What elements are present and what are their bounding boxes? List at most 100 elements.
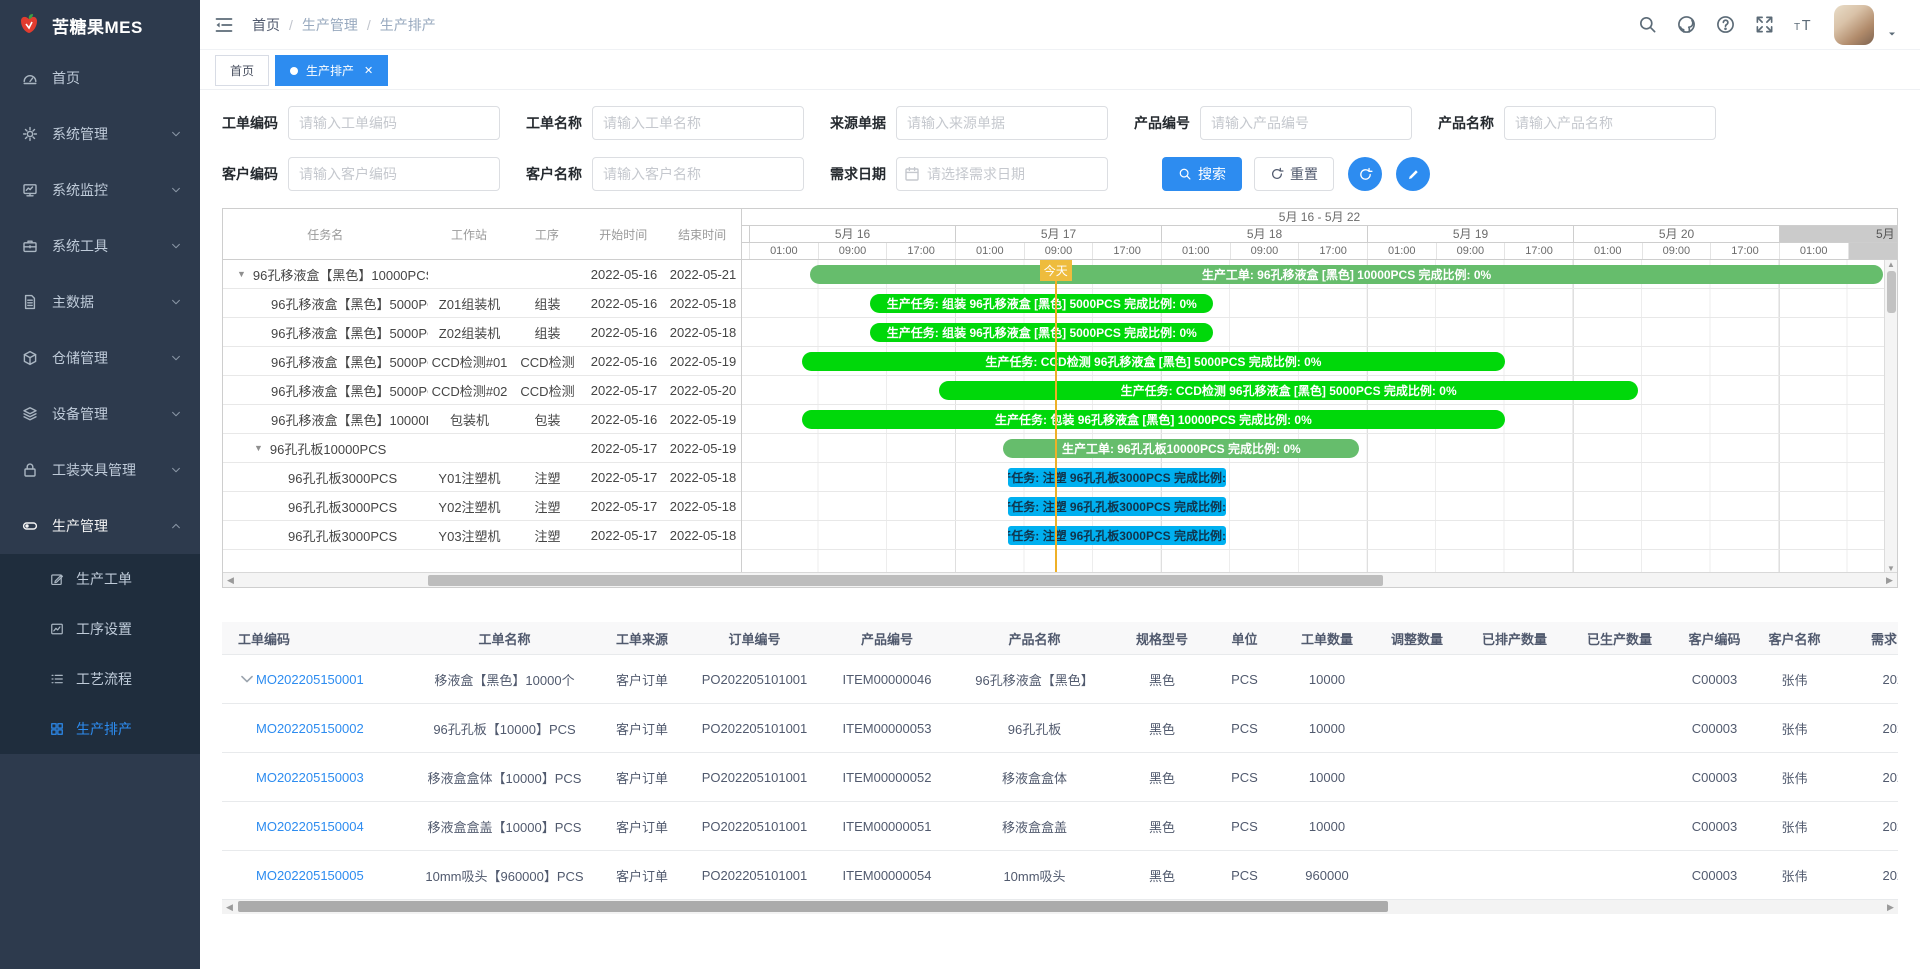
gantt-horizontal-scrollbar[interactable]: ◀ ▶ [223, 572, 1897, 587]
sidebar-subitem-2[interactable]: 工序设置 [0, 604, 200, 654]
sidebar-item-3[interactable]: 系统监控 [0, 162, 200, 218]
search-button[interactable]: 搜索 [1162, 157, 1242, 191]
gantt-bar[interactable]: 生产工单: 96孔移液盒 [黑色] 10000PCS 完成比例: 0% [810, 265, 1883, 284]
gantt-bar[interactable]: 生产任务: 注塑 96孔孔板3000PCS 完成比例: 0% [1008, 497, 1227, 516]
filter-row-1: 工单编码工单名称来源单据产品编号产品名称 [222, 106, 1898, 140]
workorder-link[interactable]: MO202205150003 [256, 770, 364, 785]
main-area: 首页/生产管理/生产排产 TT 首页生产排产✕ 工单编码工单名称来源单据产品编号… [200, 0, 1920, 969]
workorder-link[interactable]: MO202205150005 [256, 868, 364, 883]
search-icon[interactable] [1638, 15, 1657, 34]
table-cell-unit: PCS [1207, 672, 1282, 687]
table-cell-order: PO202205101001 [687, 868, 822, 883]
edit-mode-button[interactable] [1396, 157, 1430, 191]
fullscreen-icon[interactable] [1755, 15, 1774, 34]
tab-close-icon[interactable]: ✕ [364, 64, 373, 77]
tree-collapse-icon[interactable]: ▼ [254, 443, 263, 453]
filter-input-工单编码[interactable] [288, 106, 500, 140]
font-size-icon[interactable]: TT [1794, 15, 1814, 34]
sidebar-item-label: 仓储管理 [52, 348, 170, 368]
scroll-up-icon[interactable]: ▲ [1887, 260, 1895, 269]
sidebar-item-5[interactable]: 主数据 [0, 274, 200, 330]
sidebar-subitem-4[interactable]: 生产排产 [0, 704, 200, 754]
breadcrumb-item[interactable]: 首页 [252, 15, 280, 35]
gantt-cell: Y01注塑机 [428, 468, 511, 487]
table-cell-code: MO202205150004 [222, 819, 412, 834]
filter-input-产品名称[interactable] [1504, 106, 1716, 140]
table-hscroll-thumb[interactable] [238, 901, 1388, 912]
scroll-left-icon[interactable]: ◀ [223, 573, 238, 587]
sidebar-item-4[interactable]: 系统工具 [0, 218, 200, 274]
sidebar-item-label: 系统监控 [52, 180, 170, 200]
help-icon[interactable] [1716, 15, 1735, 34]
sidebar-item-6[interactable]: 仓储管理 [0, 330, 200, 386]
gantt-hscroll-thumb[interactable] [428, 575, 1383, 586]
sidebar-item-label: 系统工具 [52, 236, 170, 256]
gantt-table-row: 96孔移液盒【黑色】5000PCSZ01组装机组装2022-05-162022-… [223, 289, 741, 318]
gantt-cell: CCD检测 [511, 352, 584, 371]
tab-1[interactable]: 首页 [215, 55, 269, 86]
workorder-link[interactable]: MO202205150001 [256, 672, 364, 687]
gantt-vertical-scrollbar[interactable]: ▲ ▼ [1884, 260, 1897, 573]
refresh-icon [1358, 167, 1373, 182]
gantt-bar[interactable]: 生产任务: 组装 96孔移液盒 [黑色] 5000PCS 完成比例: 0% [870, 323, 1213, 342]
dashboard-icon [22, 70, 38, 86]
reset-button[interactable]: 重置 [1254, 157, 1334, 191]
gantt-bar[interactable]: 生产任务: 包装 96孔移液盒 [黑色] 10000PCS 完成比例: 0% [802, 410, 1506, 429]
filter-input-产品编号[interactable] [1200, 106, 1412, 140]
table-row: MO20220515000510mm吸头【960000】PCS客户订单PO202… [222, 851, 1898, 900]
gantt-cell: 2022-05-18 [664, 499, 742, 514]
gantt-vscroll-thumb[interactable] [1887, 271, 1896, 313]
gantt-bar[interactable]: 生产任务: CCD检测 96孔移液盒 [黑色] 5000PCS 完成比例: 0% [802, 352, 1506, 371]
table-cell-name: 96孔孔板【10000】PCS [412, 719, 597, 738]
sidebar-item-2[interactable]: 系统管理 [0, 106, 200, 162]
sidebar-subitem-3[interactable]: 工艺流程 [0, 654, 200, 704]
gantt-hour-cell: 01:00 [1162, 243, 1231, 259]
sidebar-subitem-1[interactable]: 生产工单 [0, 554, 200, 604]
table-horizontal-scrollbar[interactable]: ◀ ▶ [222, 900, 1898, 914]
user-avatar[interactable] [1834, 5, 1874, 45]
filter-field-工单编码: 工单编码 [222, 106, 500, 140]
sidebar-item-8[interactable]: 工装夹具管理 [0, 442, 200, 498]
table-cell-qty: 10000 [1282, 819, 1372, 834]
table-cell-source: 客户订单 [597, 719, 687, 738]
scroll-right-icon[interactable]: ▶ [1882, 573, 1897, 587]
filter-input-来源单据[interactable] [896, 106, 1108, 140]
gantt-bar[interactable]: 生产任务: 组装 96孔移液盒 [黑色] 5000PCS 完成比例: 0% [870, 294, 1213, 313]
gantt-cell: 注塑 [511, 526, 584, 545]
gantt-bar[interactable]: 生产任务: 注塑 96孔孔板3000PCS 完成比例: 0% [1008, 526, 1227, 545]
refresh-button[interactable] [1348, 157, 1382, 191]
workorder-link[interactable]: MO202205150004 [256, 819, 364, 834]
avatar-caret-icon[interactable] [1886, 28, 1898, 40]
table-column-单位: 单位 [1207, 629, 1282, 648]
gantt-bar[interactable]: 生产任务: CCD检测 96孔移液盒 [黑色] 5000PCS 完成比例: 0% [939, 381, 1639, 400]
table-cell-source: 客户订单 [597, 768, 687, 787]
github-icon[interactable] [1677, 15, 1696, 34]
gantt-bar[interactable]: 生产任务: 注塑 96孔孔板3000PCS 完成比例: 0% [1008, 468, 1227, 487]
scroll-right-icon[interactable]: ▶ [1883, 900, 1898, 914]
tree-collapse-icon[interactable]: ▼ [237, 269, 246, 279]
filter-input-需求日期[interactable] [896, 157, 1108, 191]
sidebar-item-label: 生产管理 [52, 516, 170, 536]
scroll-left-icon[interactable]: ◀ [222, 900, 237, 914]
row-expand-icon[interactable] [238, 670, 256, 688]
gantt-day-stub [742, 226, 750, 242]
sidebar-item-1[interactable]: 首页 [0, 50, 200, 106]
sidebar-toggle-icon[interactable] [214, 15, 234, 35]
gantt-cell: Z02组装机 [428, 323, 511, 342]
table-cell-spec: 黑色 [1117, 670, 1207, 689]
gantt-task-table: ▼96孔移液盒【黑色】10000PCS2022-05-162022-05-219… [223, 260, 742, 573]
sidebar-item-7[interactable]: 设备管理 [0, 386, 200, 442]
breadcrumb-item[interactable]: 生产管理 [302, 15, 358, 35]
table-column-工单编码: 工单编码 [222, 629, 412, 648]
sidebar-subitem-label: 工艺流程 [76, 669, 182, 689]
gantt-task-name-cell: ▼96孔孔板10000PCS [223, 439, 428, 458]
breadcrumb-item[interactable]: 生产排产 [380, 15, 436, 35]
search-button-label: 搜索 [1198, 164, 1226, 184]
workorder-link[interactable]: MO202205150002 [256, 721, 364, 736]
tab-2[interactable]: 生产排产✕ [275, 55, 388, 86]
filter-input-客户名称[interactable] [592, 157, 804, 191]
table-cell-qty: 960000 [1282, 868, 1372, 883]
sidebar-item-9[interactable]: 生产管理 [0, 498, 200, 554]
filter-input-工单名称[interactable] [592, 106, 804, 140]
filter-input-客户编码[interactable] [288, 157, 500, 191]
